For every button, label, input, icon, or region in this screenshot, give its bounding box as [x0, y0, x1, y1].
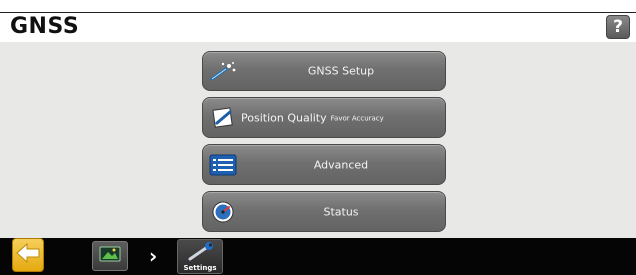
- gnss-screen: GNSS ? GNSS Setup Position Quality Favor …: [0, 0, 636, 275]
- gnss-setup-button[interactable]: GNSS Setup: [202, 51, 446, 91]
- position-quality-label: Position Quality Favor Accuracy: [241, 111, 384, 124]
- note-icon: [209, 106, 237, 130]
- gauge-icon: [209, 200, 237, 224]
- back-arrow-icon: [15, 242, 41, 268]
- list-icon: [209, 153, 237, 177]
- position-quality-title: Position Quality: [241, 111, 327, 124]
- help-button[interactable]: ?: [606, 15, 630, 39]
- advanced-label: Advanced: [313, 158, 369, 171]
- gnss-setup-label: GNSS Setup: [307, 64, 375, 78]
- page-title: GNSS: [10, 14, 80, 39]
- advanced-button[interactable]: Advanced: [202, 144, 446, 185]
- home-screen-button[interactable]: [92, 241, 128, 271]
- position-quality-value: Favor Accuracy: [330, 114, 384, 122]
- status-button[interactable]: Status: [202, 191, 446, 232]
- home-screen-icon: [99, 246, 121, 266]
- position-quality-button[interactable]: Position Quality Favor Accuracy: [202, 97, 446, 138]
- breadcrumb-chevron-icon: ›: [149, 244, 158, 268]
- wand-icon: [209, 59, 237, 83]
- status-label: Status: [323, 205, 359, 218]
- wrench-icon: [186, 242, 216, 262]
- settings-label: Settings: [183, 264, 217, 272]
- back-button[interactable]: [12, 238, 44, 272]
- settings-breadcrumb-button[interactable]: Settings: [177, 239, 223, 274]
